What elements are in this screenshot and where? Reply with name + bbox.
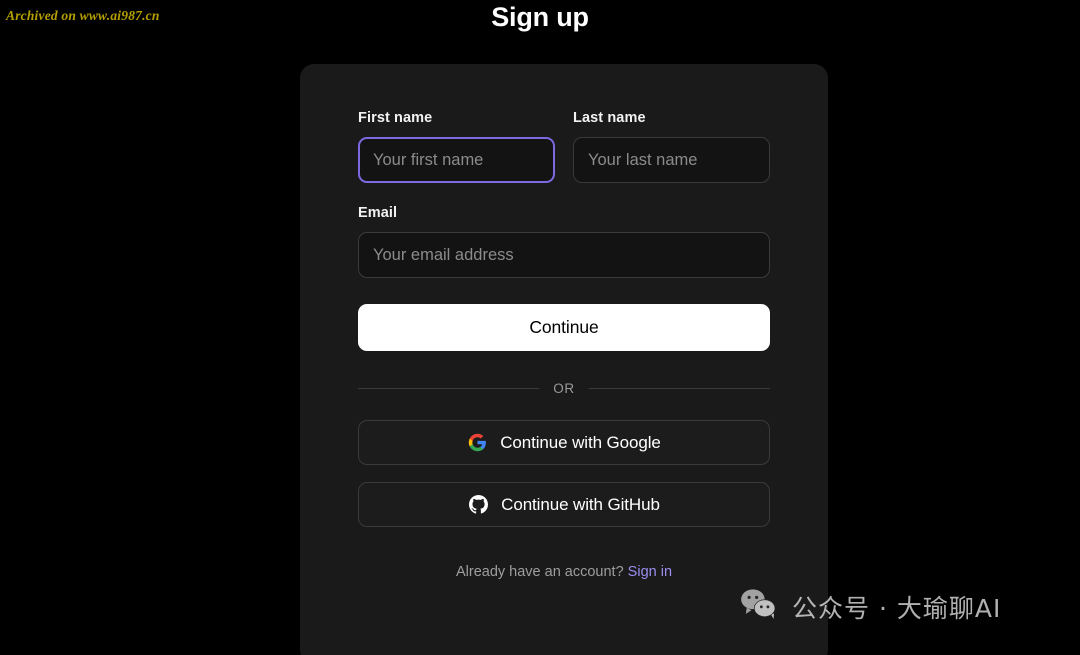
continue-with-google-button[interactable]: Continue with Google (358, 420, 770, 465)
first-name-input[interactable] (358, 137, 555, 183)
signin-footer: Already have an account? Sign in (358, 564, 770, 580)
last-name-field-group: Last name (573, 110, 770, 183)
first-name-label: First name (358, 110, 433, 126)
continue-button[interactable]: Continue (358, 304, 770, 351)
github-mark-icon (468, 495, 488, 515)
divider-line-right (588, 388, 771, 389)
github-button-label: Continue with GitHub (501, 494, 660, 514)
archive-watermark: Archived on www.ai987.cn (6, 8, 160, 23)
wechat-icon (740, 588, 778, 625)
last-name-input[interactable] (573, 137, 770, 183)
or-divider: OR (358, 381, 771, 396)
page-title: Sign up (491, 2, 589, 32)
wechat-watermark-text: 公众号 · 大瑜聊AI (792, 593, 1002, 623)
sign-in-link[interactable]: Sign in (628, 564, 672, 580)
name-row: First name Last name (358, 110, 770, 183)
last-name-label: Last name (573, 110, 646, 126)
first-name-field-group: First name (358, 110, 555, 183)
signin-prompt-text: Already have an account? (455, 564, 624, 580)
divider-label: OR (553, 381, 575, 396)
google-button-label: Continue with Google (500, 432, 661, 452)
divider-line-left (358, 388, 540, 389)
email-field-group: Email (358, 205, 770, 278)
continue-with-github-button[interactable]: Continue with GitHub (358, 482, 770, 527)
wechat-watermark: 公众号 · 大瑜聊AI (740, 588, 1001, 625)
email-label: Email (358, 205, 398, 221)
google-g-icon (467, 433, 487, 453)
email-input[interactable] (358, 232, 770, 278)
signup-card: First name Last name Email Continue OR (300, 64, 828, 655)
